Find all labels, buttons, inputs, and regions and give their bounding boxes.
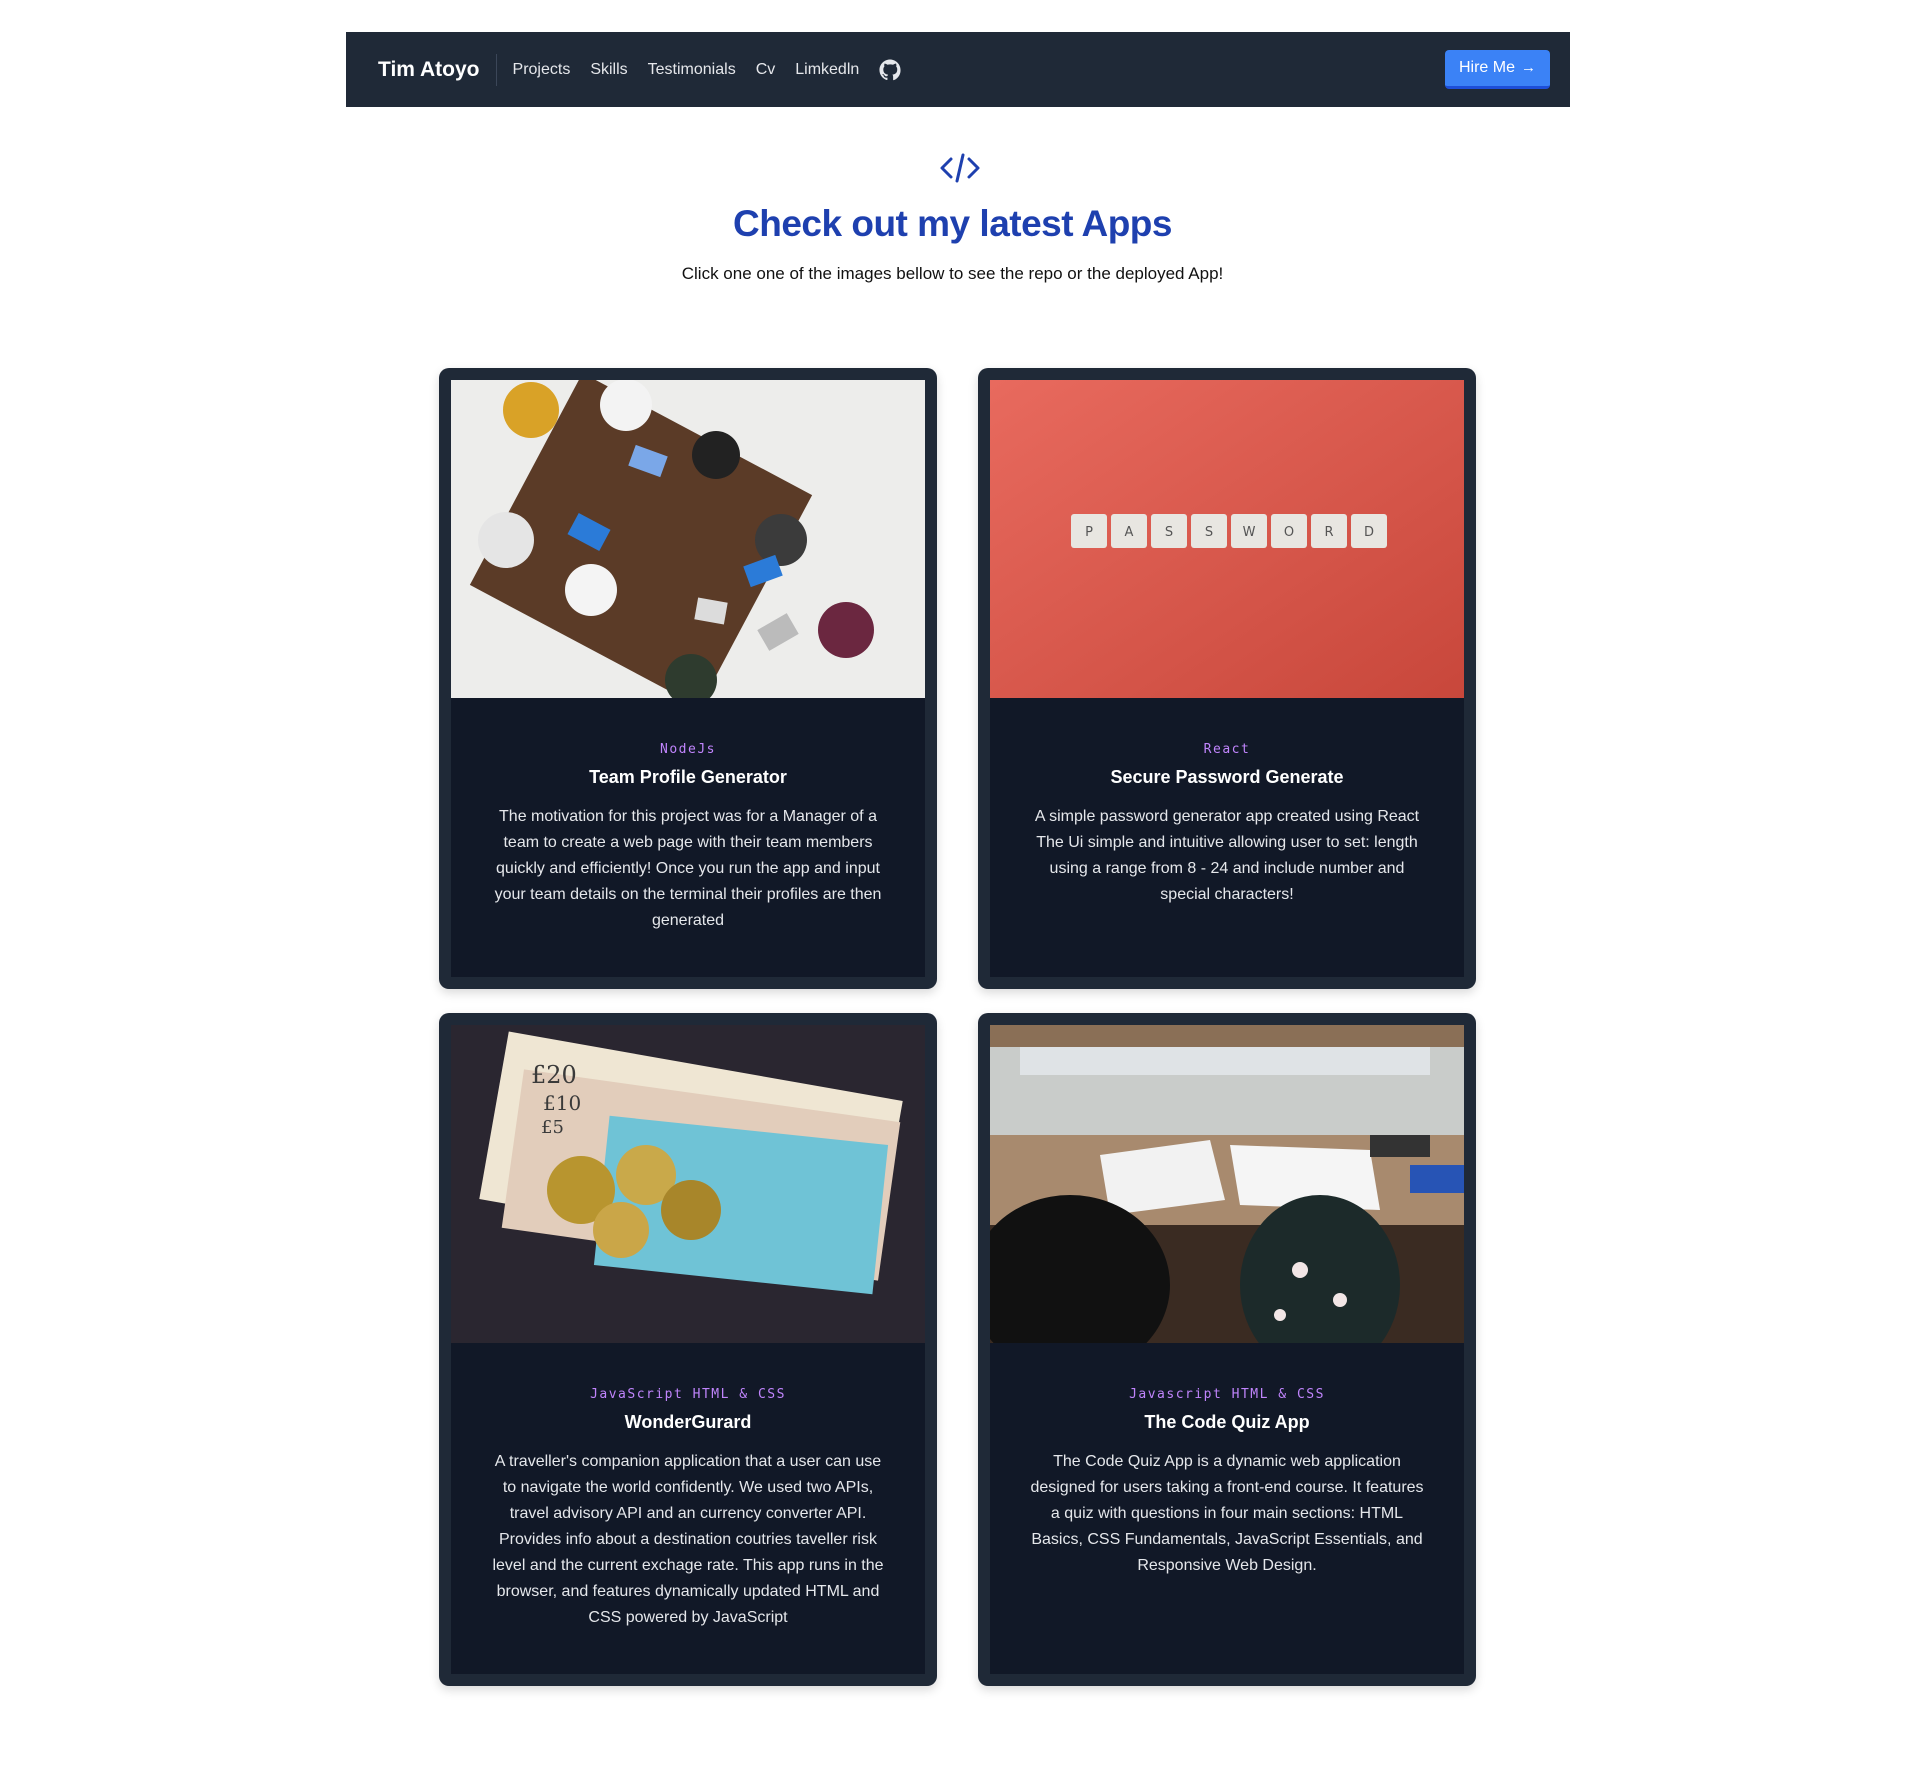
password-tiles-image[interactable]: P A S S W O R D <box>990 380 1464 698</box>
project-card-code-quiz: Javascript HTML & CSS The Code Quiz App … <box>978 1013 1476 1686</box>
nav-link-projects[interactable]: Projects <box>513 61 571 79</box>
nav-link-linkedin[interactable]: Limkedln <box>795 61 859 79</box>
page-title: Check out my latest Apps <box>733 203 1172 244</box>
page-subtitle: Click one one of the images bellow to se… <box>681 264 1224 283</box>
card-description: A simple password generator app created … <box>1034 808 1420 903</box>
password-tile-letter: O <box>1284 525 1294 540</box>
nav-link-cv[interactable]: Cv <box>756 61 776 79</box>
card-title[interactable]: WonderGurard <box>489 1412 887 1433</box>
password-tile-letter: P <box>1085 525 1093 540</box>
card-title[interactable]: Secure Password Generate <box>1028 767 1426 788</box>
github-icon[interactable] <box>879 58 901 81</box>
money-note-label: £10 <box>543 1091 581 1115</box>
code-icon <box>938 150 982 186</box>
nav-link-skills[interactable]: Skills <box>590 61 627 79</box>
card-title[interactable]: The Code Quiz App <box>1028 1412 1426 1433</box>
arrow-right-icon: → <box>1521 59 1536 76</box>
card-tag: JavaScript HTML & CSS <box>590 1387 786 1402</box>
nav-link-testimonials[interactable]: Testimonials <box>648 61 736 79</box>
password-tile-letter: A <box>1125 525 1134 540</box>
money-notes-image[interactable]: £20 £10 £5 <box>451 1025 925 1343</box>
card-description: The Code Quiz App is a dynamic web appli… <box>1030 1453 1424 1574</box>
card-tag: NodeJs <box>660 742 716 757</box>
password-tile-letter: R <box>1324 525 1333 540</box>
card-tag: Javascript HTML & CSS <box>1129 1387 1325 1402</box>
card-tag: React <box>1203 742 1251 757</box>
money-note-label: £5 <box>541 1117 564 1138</box>
navbar: Tim Atoyo Projects Skills Testimonials C… <box>346 32 1570 107</box>
project-card-team-profile: NodeJs Team Profile Generator The motiva… <box>439 368 937 989</box>
password-tile-letter: D <box>1364 525 1374 540</box>
project-card-password: P A S S W O R D React Secure Password Ge… <box>978 368 1476 989</box>
project-card-wondergurard: £20 £10 £5 JavaScript HTML & CSS WonderG… <box>439 1013 937 1686</box>
password-tile-letter: W <box>1243 525 1256 540</box>
nav-links: Projects Skills Testimonials Cv Limkedln <box>513 58 902 81</box>
password-tile-letter: S <box>1165 525 1173 540</box>
card-title[interactable]: Team Profile Generator <box>489 767 887 788</box>
card-description: The motivation for this project was for … <box>494 808 882 929</box>
hire-me-button[interactable]: Hire Me → <box>1444 50 1550 89</box>
brand-name[interactable]: Tim Atoyo <box>378 53 497 86</box>
password-tile-letter: S <box>1205 525 1213 540</box>
classroom-desk-image[interactable] <box>990 1025 1464 1343</box>
team-meeting-image[interactable] <box>451 380 925 698</box>
money-note-label: £20 <box>531 1061 577 1089</box>
hire-me-label: Hire Me <box>1458 59 1515 76</box>
card-description: A traveller's companion application that… <box>492 1453 884 1626</box>
